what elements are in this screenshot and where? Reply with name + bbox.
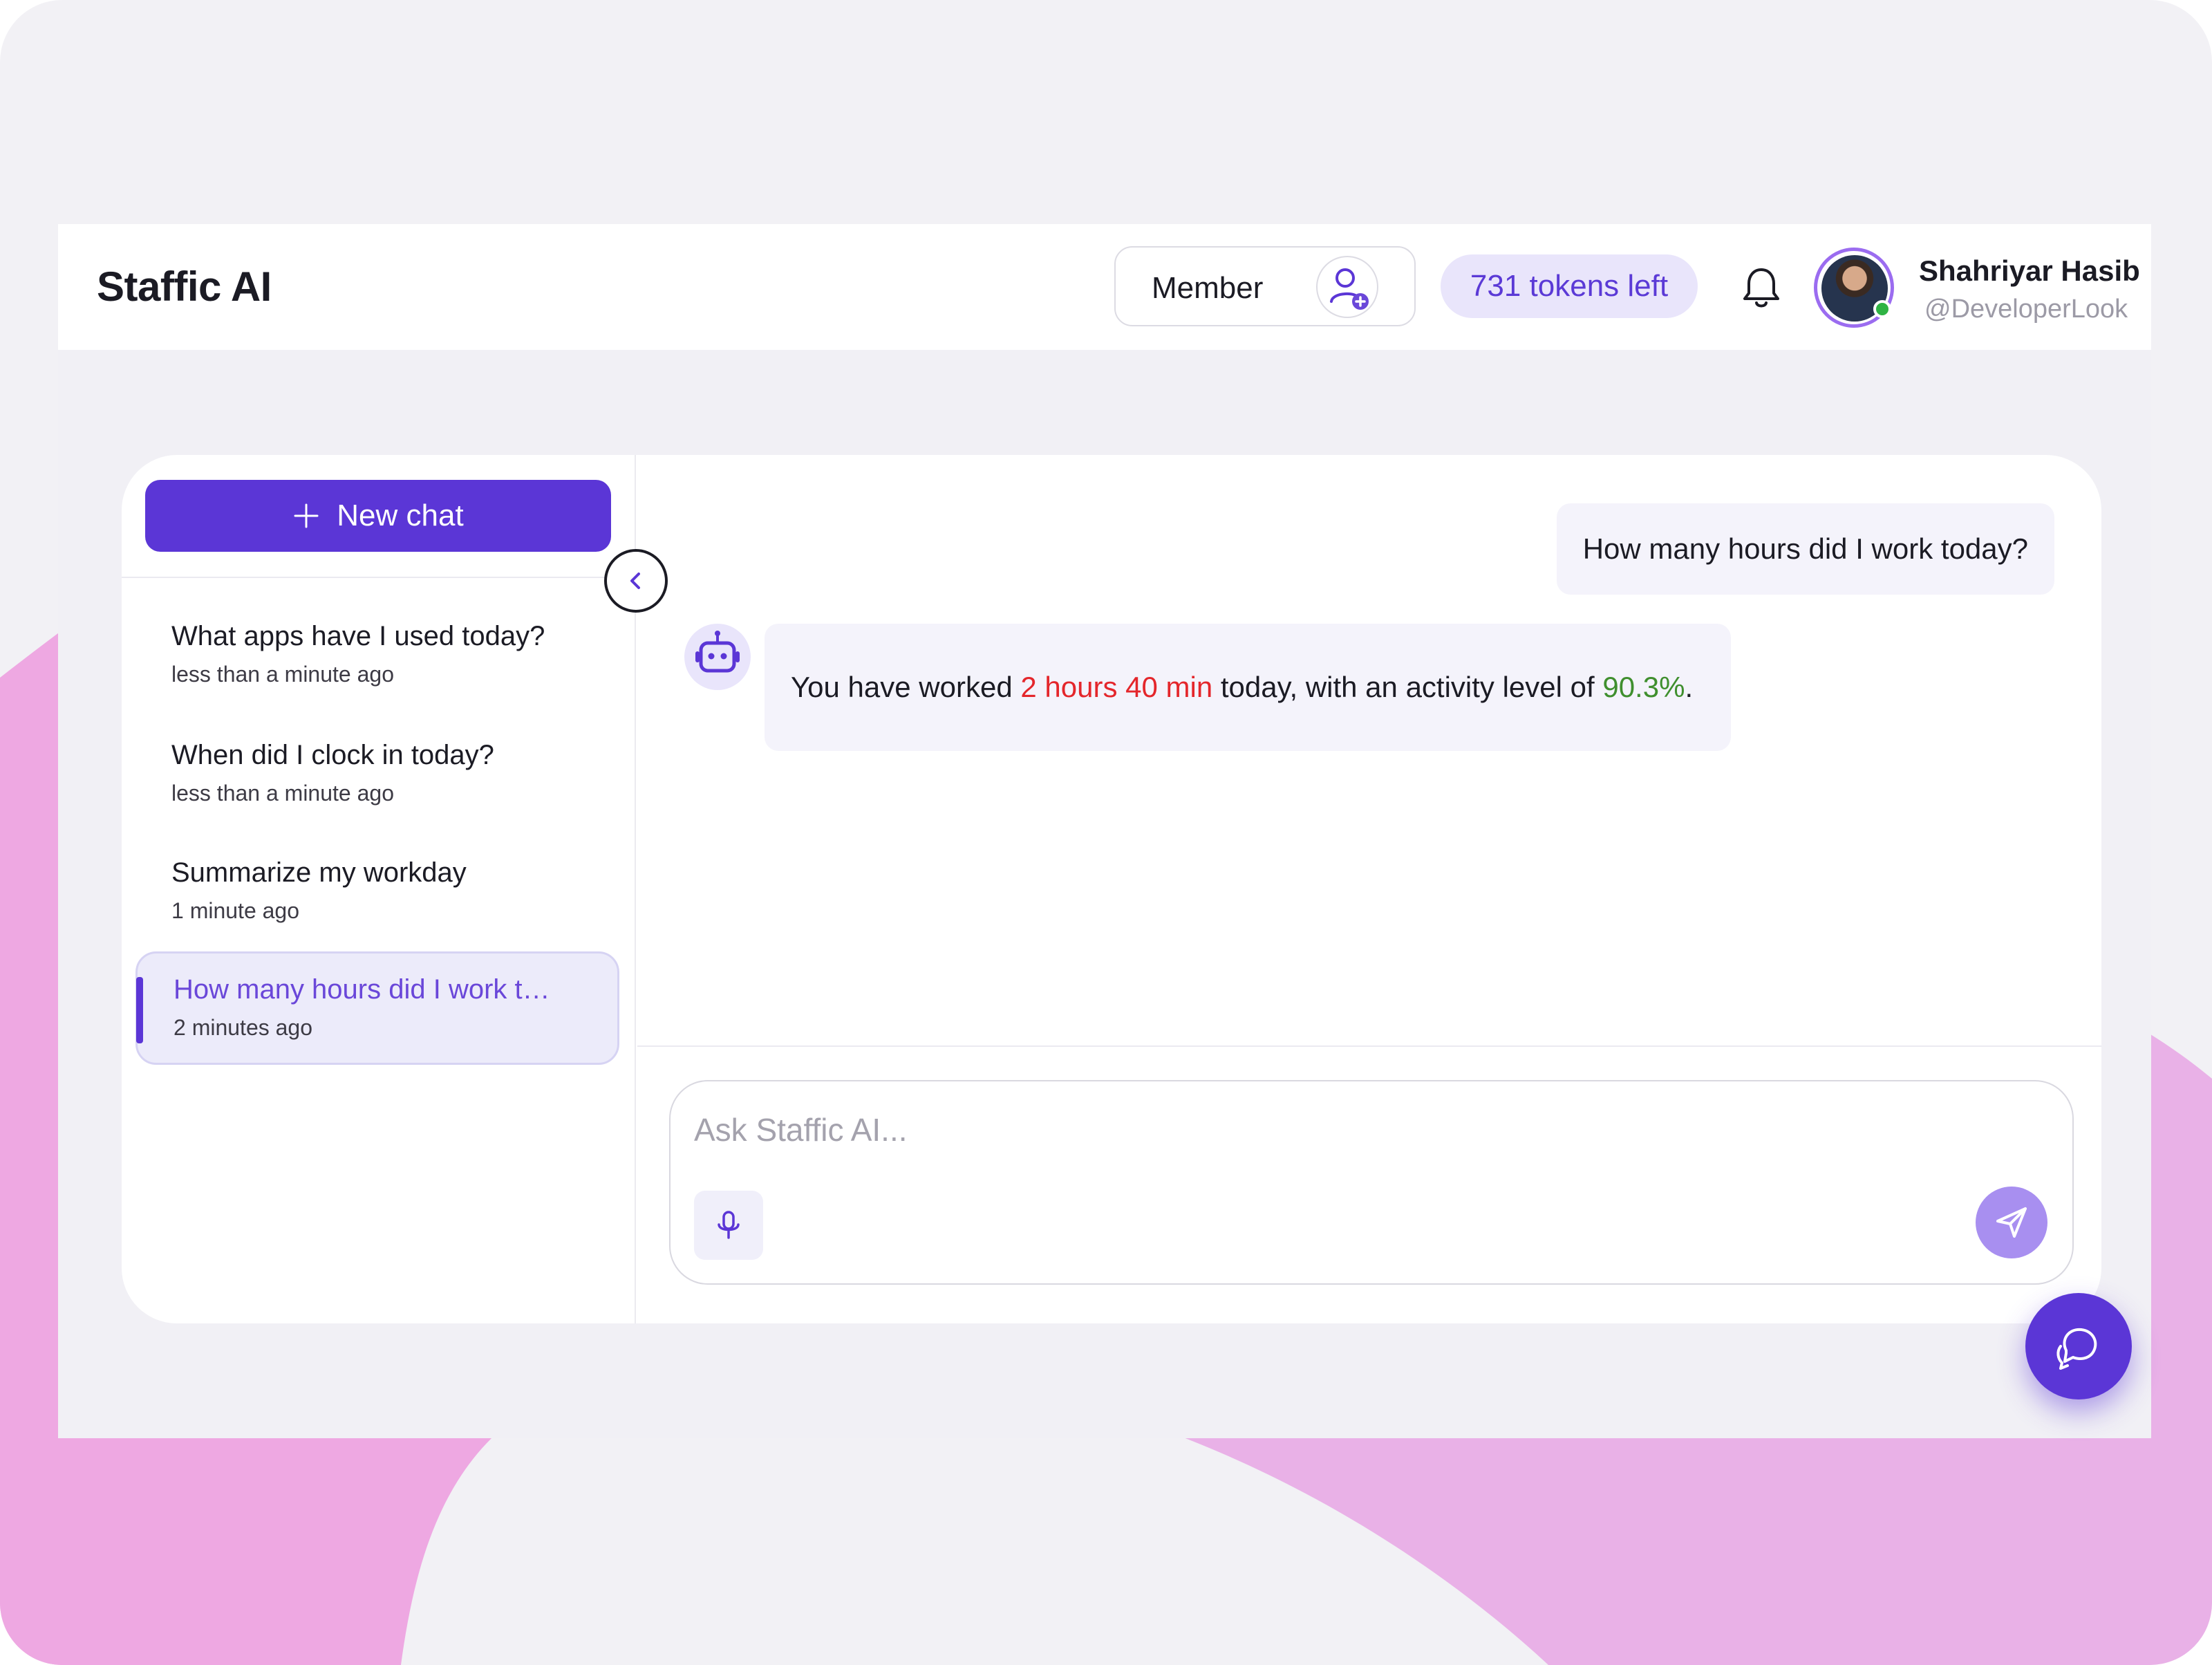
chat-title: What apps have I used today? [171, 621, 545, 651]
user-name: Shahriyar Hasib [1919, 254, 2140, 287]
chat-title: Summarize my workday [171, 857, 467, 888]
chat-sidebar: New chat What apps have I used today? le… [122, 455, 636, 1323]
app-window: Staffic AI Member 731 tokens left Shahri… [58, 224, 2151, 1438]
sidebar-divider [122, 577, 636, 578]
member-selector[interactable]: Member [1114, 246, 1416, 326]
online-status-dot [1873, 300, 1891, 318]
chat-card: New chat What apps have I used today? le… [122, 455, 2101, 1323]
conversation-area: How many hours did I work today? You hav… [637, 455, 2101, 1047]
composer-divider [637, 1045, 2101, 1047]
bot-message-prefix: You have worked [791, 671, 1021, 703]
add-user-icon[interactable] [1316, 256, 1378, 318]
send-icon [1996, 1207, 2027, 1238]
user-message-bubble: How many hours did I work today? [1556, 503, 2054, 595]
collapse-sidebar-button[interactable] [604, 549, 668, 613]
bot-message-bubble: You have worked 2 hours 40 min today, wi… [765, 624, 1731, 751]
brand-title: Staffic AI [97, 263, 272, 310]
bot-message-middle: today, with an activity level of [1212, 671, 1603, 703]
new-chat-button[interactable]: New chat [145, 480, 611, 552]
screenshot-canvas: Staffic AI Member 731 tokens left Shahri… [0, 0, 2212, 1665]
robot-icon [684, 624, 751, 690]
chat-time: less than a minute ago [171, 662, 394, 687]
plus-icon [294, 503, 319, 528]
chevron-left-icon [630, 573, 640, 589]
worked-hours-value: 2 hours 40 min [1020, 671, 1213, 703]
chat-history-item-active[interactable]: How many hours did I work to... 2 minute… [135, 951, 619, 1065]
new-chat-label: New chat [337, 499, 464, 532]
microphone-button[interactable] [694, 1191, 763, 1260]
activity-level-value: 90.3% [1602, 671, 1685, 703]
chat-history-item[interactable]: Summarize my workday 1 minute ago [135, 837, 619, 950]
microphone-icon [718, 1211, 740, 1239]
top-header: Staffic AI Member 731 tokens left Shahri… [58, 224, 2151, 350]
chat-assistant-fab[interactable] [2025, 1293, 2132, 1399]
chat-bubbles-icon [2056, 1328, 2097, 1370]
chat-time: less than a minute ago [171, 781, 394, 806]
chat-title: When did I clock in today? [171, 740, 494, 770]
user-handle: @DeveloperLook [1924, 295, 2128, 324]
message-composer [669, 1080, 2074, 1285]
chat-time: 1 minute ago [171, 898, 300, 923]
member-label: Member [1152, 271, 1264, 305]
bot-message-suffix: . [1685, 671, 1694, 703]
chat-title: How many hours did I work to... [174, 974, 561, 1005]
message-input[interactable] [694, 1102, 1938, 1157]
chat-time: 2 minutes ago [174, 1015, 313, 1040]
send-button[interactable] [1976, 1187, 2047, 1258]
tokens-badge: 731 tokens left [1441, 254, 1698, 318]
chat-history-item[interactable]: When did I clock in today? less than a m… [135, 719, 619, 832]
bell-icon[interactable] [1736, 263, 1786, 313]
chat-history-item[interactable]: What apps have I used today? less than a… [135, 600, 619, 714]
